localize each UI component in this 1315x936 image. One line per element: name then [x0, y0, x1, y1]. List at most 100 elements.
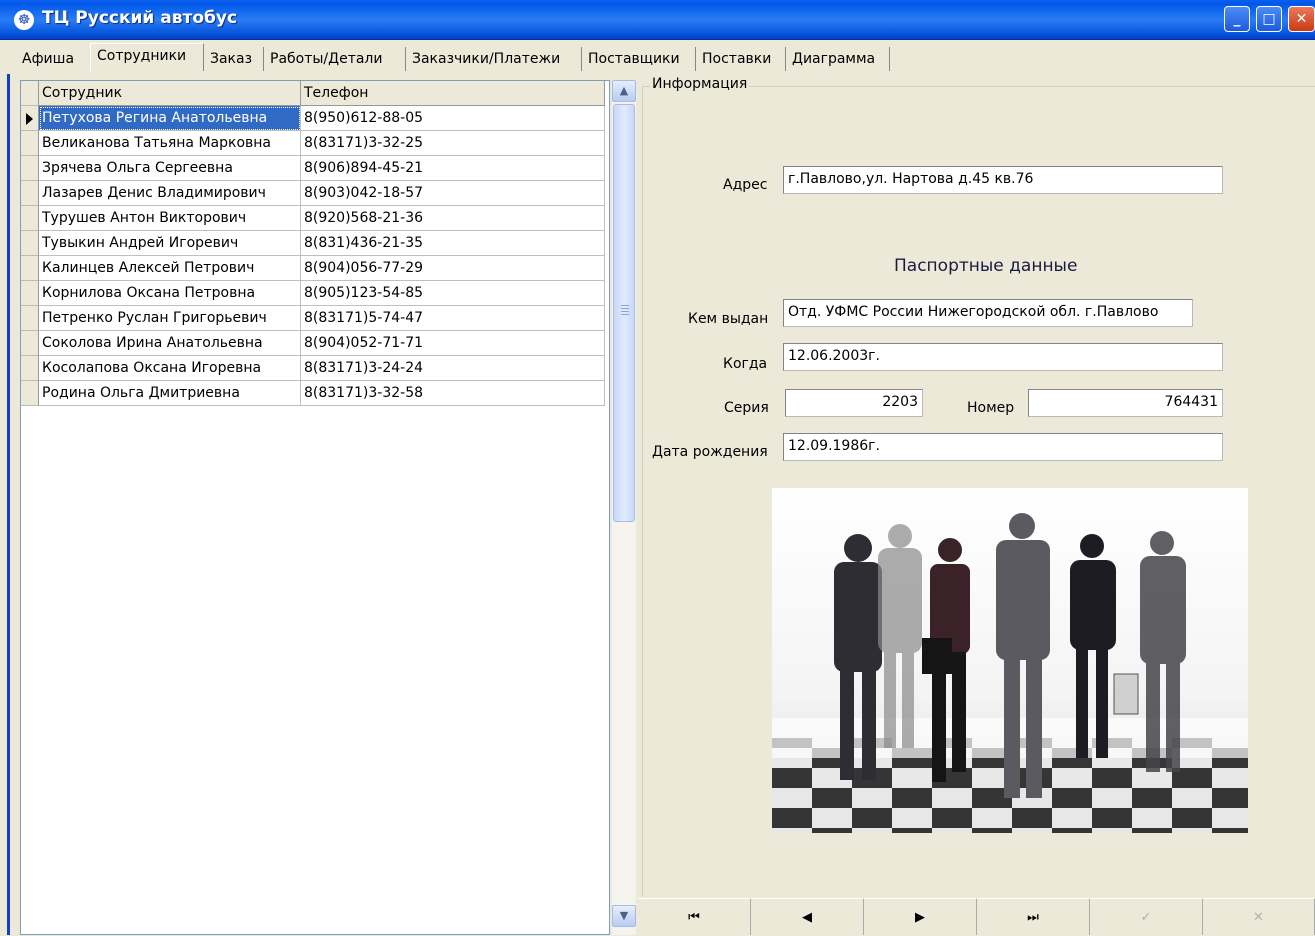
employee-phone-cell[interactable]: 8(83171)3-32-25 [301, 131, 605, 156]
tab-customers-payments[interactable]: Заказчики/Платежи [406, 47, 582, 71]
row-indicator [21, 331, 39, 356]
tab-deliveries[interactable]: Поставки [696, 47, 786, 71]
column-header-phone[interactable]: Телефон [301, 81, 605, 106]
employee-phone-cell[interactable]: 8(83171)3-32-58 [301, 381, 605, 406]
scroll-thumb[interactable] [613, 104, 635, 522]
column-header-employee[interactable]: Сотрудник [39, 81, 301, 106]
cancel-x-icon: ✕ [1253, 910, 1264, 925]
post-button[interactable]: ✓ [1090, 898, 1203, 935]
table-row[interactable]: Косолапова Оксана Игоревна 8(83171)3-24-… [21, 356, 605, 381]
chevron-down-icon: ▼ [619, 909, 629, 922]
birth-date-field[interactable]: 12.09.1986г. [783, 433, 1223, 461]
table-row[interactable]: Петухова Регина Анатольевна 8(950)612-88… [21, 106, 605, 131]
employee-phone-cell[interactable]: 8(906)894-45-21 [301, 156, 605, 181]
info-group-label: Информация [650, 76, 750, 92]
address-field[interactable]: г.Павлово,ул. Нартова д.45 кв.76 [783, 166, 1223, 194]
number-field[interactable]: 764431 [1028, 389, 1223, 417]
employee-phone-cell[interactable]: 8(920)568-21-36 [301, 206, 605, 231]
table-row[interactable]: Великанова Татьяна Марковна 8(83171)3-32… [21, 131, 605, 156]
scroll-up-button[interactable]: ▲ [612, 80, 636, 102]
chevron-up-icon: ▲ [619, 84, 629, 97]
tab-suppliers[interactable]: Поставщики [582, 47, 696, 71]
table-row[interactable]: Лазарев Денис Владимирович 8(903)042-18-… [21, 181, 605, 206]
employee-phone-cell[interactable]: 8(83171)5-74-47 [301, 306, 605, 331]
last-record-button[interactable]: ⏭ [977, 898, 1090, 935]
first-record-button[interactable]: ⏮ [638, 898, 751, 935]
employee-photo [772, 488, 1248, 833]
grid-header: Сотрудник Телефон [21, 81, 605, 106]
window-title: ТЦ Русский автобус [42, 8, 238, 28]
table-row[interactable]: Соколова Ирина Анатольевна 8(904)052-71-… [21, 331, 605, 356]
post-check-icon: ✓ [1140, 910, 1152, 925]
row-indicator [21, 156, 39, 181]
scroll-down-button[interactable]: ▼ [612, 905, 636, 927]
header-indicator-cell [21, 81, 39, 106]
employee-name-cell[interactable]: Великанова Татьяна Марковна [39, 131, 301, 156]
row-indicator [21, 256, 39, 281]
table-row[interactable]: Тувыкин Андрей Игоревич 8(831)436-21-35 [21, 231, 605, 256]
row-indicator [21, 356, 39, 381]
table-row[interactable]: Петренко Руслан Григорьевич 8(83171)5-74… [21, 306, 605, 331]
maximize-button[interactable]: □ [1256, 6, 1282, 32]
table-row[interactable]: Корнилова Оксана Петровна 8(905)123-54-8… [21, 281, 605, 306]
birth-date-label: Дата рождения [652, 444, 768, 460]
row-indicator [21, 206, 39, 231]
minimize-button[interactable]: _ [1224, 6, 1250, 32]
employee-name-cell[interactable]: Калинцев Алексей Петрович [39, 256, 301, 281]
employee-name-cell[interactable]: Тувыкин Андрей Игоревич [39, 231, 301, 256]
row-indicator [21, 381, 39, 406]
current-row-arrow-icon [26, 113, 33, 125]
table-row[interactable]: Родина Ольга Дмитриевна 8(83171)3-32-58 [21, 381, 605, 406]
db-navigator: ⏮ ◀ ▶ ⏭ ✓ ✕ [638, 898, 1315, 935]
employee-phone-cell[interactable]: 8(904)052-71-71 [301, 331, 605, 356]
tab-employees[interactable]: Сотрудники [90, 43, 204, 71]
table-row[interactable]: Турушев Антон Викторович 8(920)568-21-36 [21, 206, 605, 231]
passport-section-title: Паспортные данные [894, 256, 1078, 276]
issued-by-field[interactable]: Отд. УФМС России Нижегородской обл. г.Па… [783, 299, 1193, 327]
employee-phone-cell[interactable]: 8(831)436-21-35 [301, 231, 605, 256]
row-indicator [21, 306, 39, 331]
first-record-icon: ⏮ [688, 910, 700, 925]
tab-works-details[interactable]: Работы/Детали [264, 47, 406, 71]
last-record-icon: ⏭ [1027, 910, 1039, 925]
employee-name-cell[interactable]: Соколова Ирина Анатольевна [39, 331, 301, 356]
number-label: Номер [967, 400, 1015, 416]
employee-name-cell[interactable]: Косолапова Оксана Игоревна [39, 356, 301, 381]
employees-grid[interactable]: Сотрудник Телефон Петухова Регина Анатол… [20, 80, 610, 935]
next-record-button[interactable]: ▶ [864, 898, 977, 935]
next-record-icon: ▶ [915, 910, 925, 925]
employee-phone-cell[interactable]: 8(905)123-54-85 [301, 281, 605, 306]
employee-phone-cell[interactable]: 8(904)056-77-29 [301, 256, 605, 281]
when-field[interactable]: 12.06.2003г. [783, 343, 1223, 371]
tab-afisha[interactable]: Афиша [16, 47, 91, 71]
employee-phone-cell[interactable]: 8(950)612-88-05 [301, 106, 605, 131]
cancel-button[interactable]: ✕ [1203, 898, 1315, 935]
title-bar[interactable]: ☸ ТЦ Русский автобус _ □ ✕ [0, 0, 1315, 40]
row-indicator [21, 281, 39, 306]
grip-icon [621, 305, 629, 315]
employee-name-cell[interactable]: Петухова Регина Анатольевна [39, 106, 301, 131]
row-indicator [21, 231, 39, 256]
window-left-border [7, 74, 10, 935]
grid-vertical-scrollbar[interactable]: ▲ ▼ [612, 80, 636, 935]
table-row[interactable]: Калинцев Алексей Петрович 8(904)056-77-2… [21, 256, 605, 281]
table-row[interactable]: Зрячева Ольга Сергеевна 8(906)894-45-21 [21, 156, 605, 181]
row-indicator [21, 131, 39, 156]
tab-diagram[interactable]: Диаграмма [786, 47, 890, 71]
series-field[interactable]: 2203 [785, 389, 923, 417]
employee-phone-cell[interactable]: 8(83171)3-24-24 [301, 356, 605, 381]
tab-order[interactable]: Заказ [204, 47, 264, 71]
employee-name-cell[interactable]: Лазарев Денис Владимирович [39, 181, 301, 206]
row-indicator [21, 106, 39, 131]
prior-record-icon: ◀ [802, 910, 812, 925]
address-label: Адрес [723, 177, 768, 193]
employee-name-cell[interactable]: Корнилова Оксана Петровна [39, 281, 301, 306]
employee-name-cell[interactable]: Родина Ольга Дмитриевна [39, 381, 301, 406]
employee-name-cell[interactable]: Зрячева Ольга Сергеевна [39, 156, 301, 181]
row-indicator [21, 181, 39, 206]
prior-record-button[interactable]: ◀ [751, 898, 864, 935]
employee-name-cell[interactable]: Турушев Антон Викторович [39, 206, 301, 231]
employee-phone-cell[interactable]: 8(903)042-18-57 [301, 181, 605, 206]
employee-name-cell[interactable]: Петренко Руслан Григорьевич [39, 306, 301, 331]
close-button[interactable]: ✕ [1288, 6, 1315, 32]
